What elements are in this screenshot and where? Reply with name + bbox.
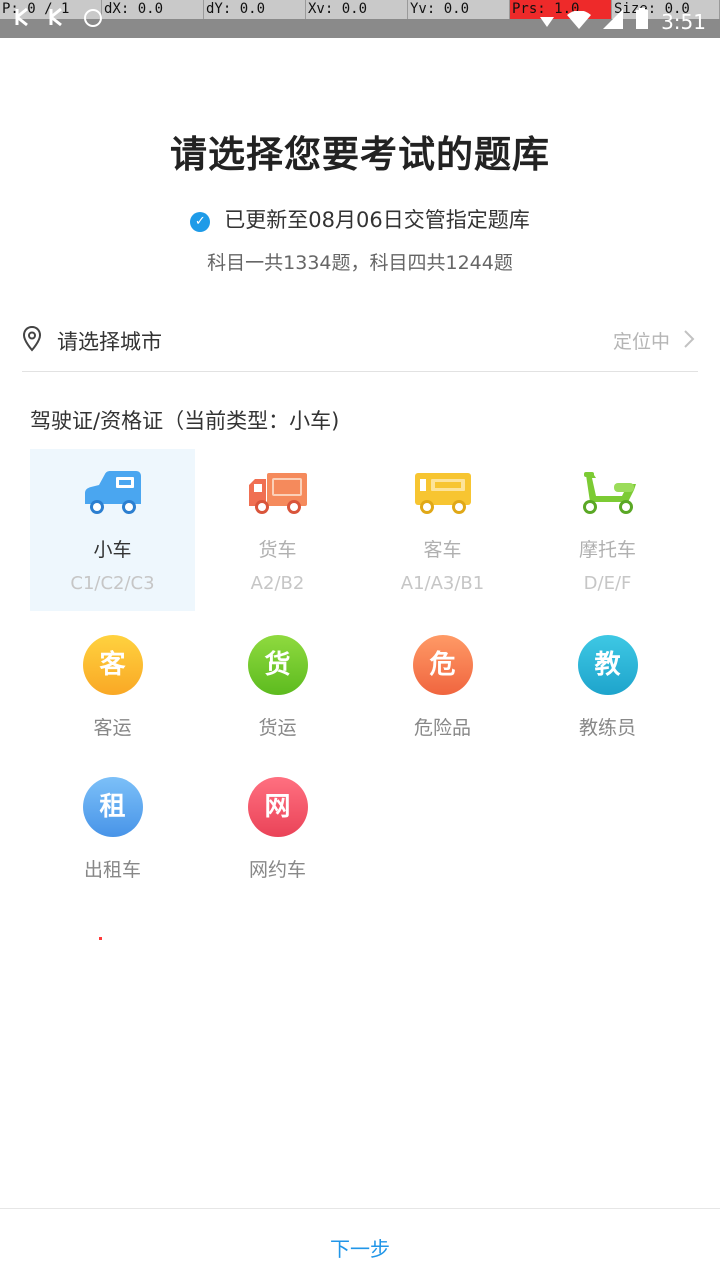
download-icon [539,10,555,34]
status-bar: P: 0 / 1 dX: 0.0 dY: 0.0 Xv: 0.0 Yv: 0.0… [0,0,720,38]
section-label: 驾驶证/资格证（当前类型：小车) [30,409,340,433]
app-k-icon-2 [48,7,68,34]
debug-xv: Xv: 0.0 [306,0,408,19]
signal-icon [603,9,624,34]
vehicle-name: 小车 [93,539,132,561]
bottom-bar: 下一步 [0,1208,720,1280]
vehicle-code: C1/C2/C3 [70,573,155,594]
vehicle-option-truck[interactable]: 货车 A2/B2 [195,449,360,611]
clock: 3:51 [661,9,706,34]
debug-dy: dY: 0.0 [204,0,306,19]
check-icon: ✓ [190,212,211,232]
instructor-badge-icon: 教 [577,635,638,695]
qualification-ride-hailing[interactable]: 网 网约车 [195,777,360,882]
vehicle-name: 客车 [423,539,462,561]
location-status: 定位中 [612,331,670,353]
vehicle-option-bus[interactable]: 客车 A1/A3/B1 [360,449,525,611]
qualification-taxi[interactable]: 租 出租车 [30,777,195,882]
passenger-badge-icon: 客 [82,635,143,695]
touch-indicator-dot [99,937,102,940]
vehicle-code: A2/B2 [250,573,305,594]
next-step-button[interactable]: 下一步 [0,1233,720,1262]
system-icons: 3:51 [539,8,706,35]
hazmat-badge-icon: 危 [412,635,473,695]
wifi-icon [567,9,592,34]
chevron-right-icon [684,330,695,348]
vehicle-option-motorcycle[interactable]: 摩托车 D/E/F [525,449,690,611]
notification-icons [14,7,104,34]
location-pin-icon [22,326,42,352]
app-k-icon [14,7,34,34]
city-selector[interactable]: 请选择城市 定位中 [22,320,698,372]
taxi-badge-icon: 租 [82,777,143,837]
debug-dx: dX: 0.0 [102,0,204,19]
vehicle-name: 货车 [258,539,297,561]
freight-badge-icon: 货 [247,635,308,695]
ride-hailing-badge-icon: 网 [247,777,308,837]
vehicle-name: 摩托车 [578,539,636,561]
vehicle-option-car[interactable]: 小车 C1/C2/C3 [30,449,195,611]
question-count: 科目一共1334题，科目四共1244题 [207,252,513,274]
qualification-instructor[interactable]: 教 教练员 [525,635,690,740]
qualification-hazmat[interactable]: 危 危险品 [360,635,525,740]
qualification-name: 网约车 [248,859,306,881]
qualification-name: 客运 [93,717,132,739]
update-notice: ✓ 已更新至08月06日交管指定题库 [0,204,720,234]
motorcycle-icon [582,472,636,514]
qualification-passenger[interactable]: 客 客运 [30,635,195,740]
city-label: 请选择城市 [57,330,162,354]
qualification-name: 危险品 [413,717,471,739]
page-title: 请选择您要考试的题库 [170,133,550,176]
car-icon [84,471,141,514]
vehicle-code: D/E/F [583,573,632,594]
update-text: 已更新至08月06日交管指定题库 [224,208,530,232]
bus-icon [414,473,471,514]
qualification-name: 出租车 [83,859,141,881]
vehicle-code: A1/A3/B1 [400,573,485,594]
sync-icon [82,7,104,34]
qualification-name: 教练员 [578,717,636,739]
battery-icon [635,8,649,35]
truck-icon [248,473,307,514]
qualification-name: 货运 [258,717,297,739]
debug-yv: Yv: 0.0 [408,0,510,19]
qualification-freight[interactable]: 货 货运 [195,635,360,740]
